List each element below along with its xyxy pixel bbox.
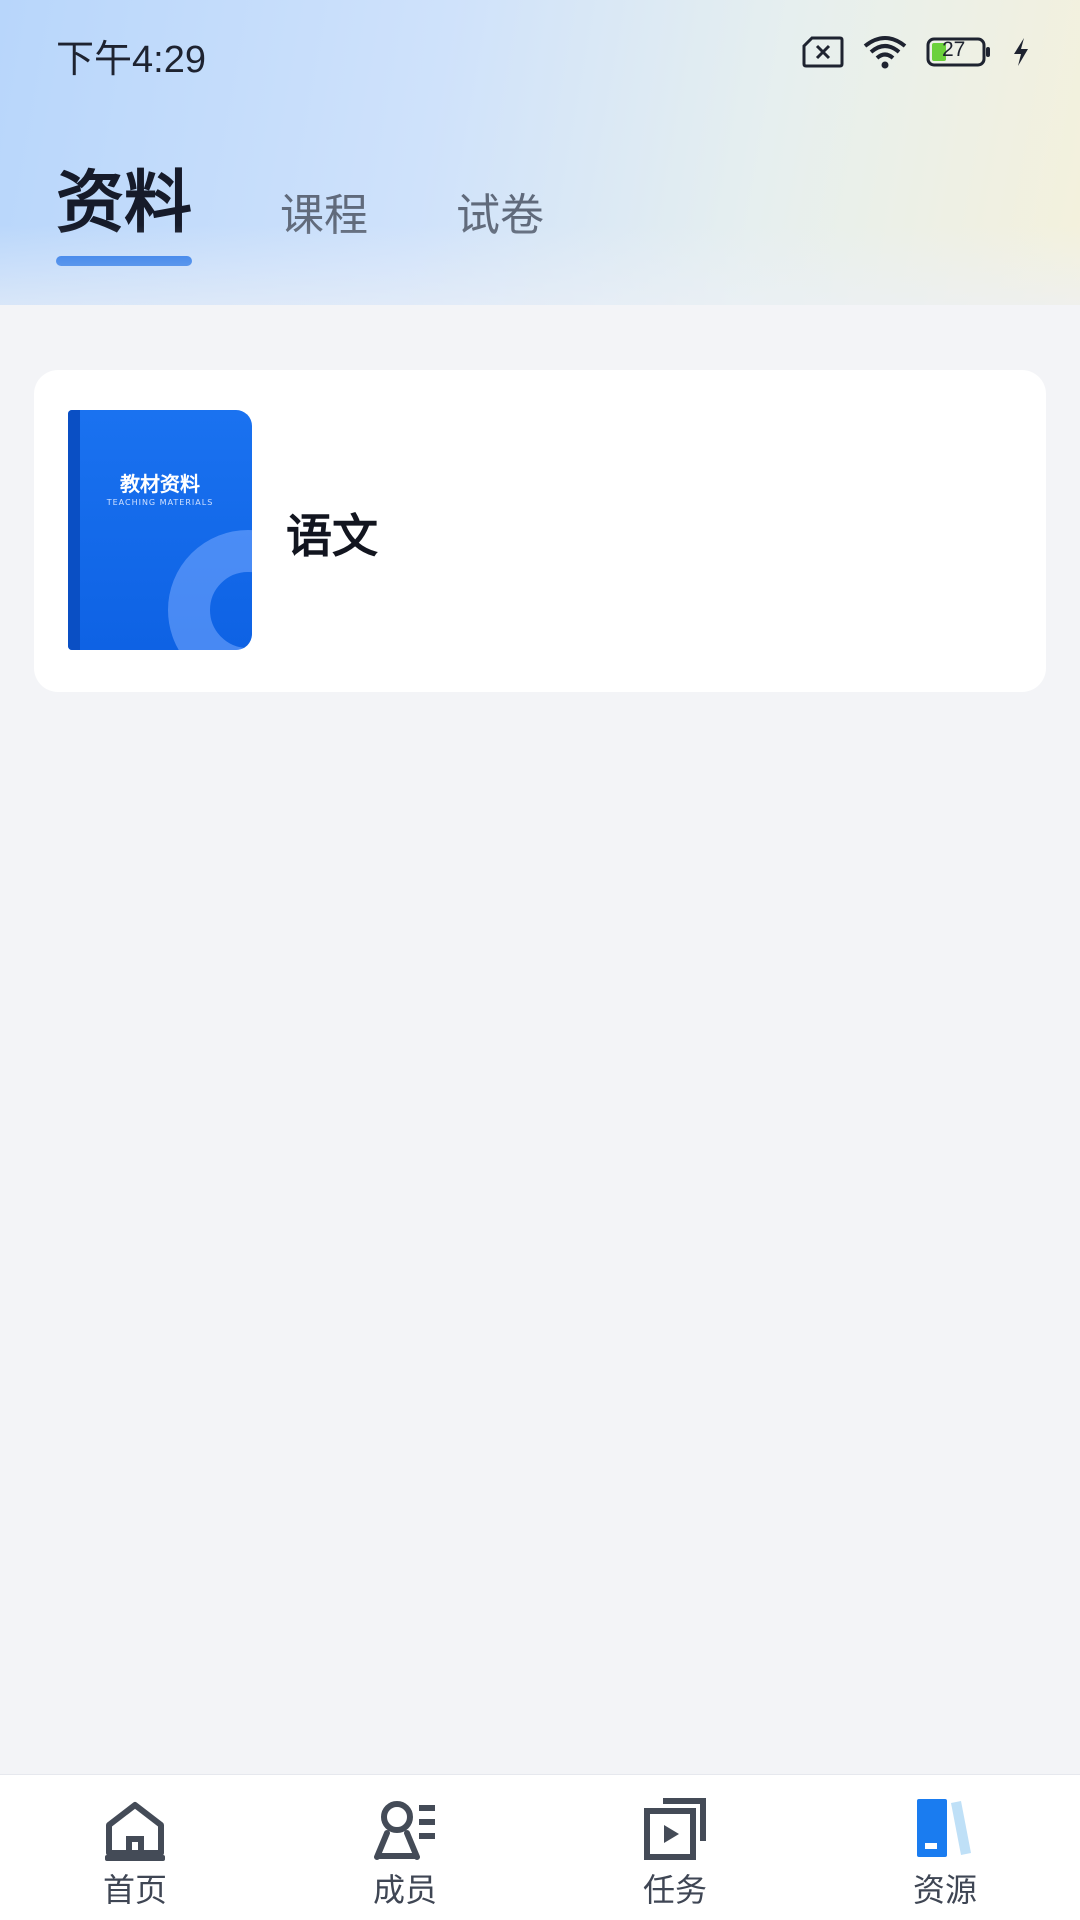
charging-icon bbox=[1010, 36, 1032, 68]
tab-materials[interactable]: 资料 bbox=[56, 170, 193, 266]
tab-materials-label: 资料 bbox=[56, 164, 193, 243]
no-sim-icon bbox=[802, 35, 844, 69]
nav-tasks-label: 任务 bbox=[642, 1871, 707, 1909]
nav-resources[interactable]: 资源 bbox=[810, 1775, 1080, 1920]
book-spine bbox=[68, 410, 80, 650]
nav-resources-label: 资源 bbox=[912, 1871, 977, 1909]
tab-courses[interactable]: 课程 bbox=[280, 194, 368, 238]
book-cover: 教材资料 TEACHING MATERIALS bbox=[68, 410, 252, 650]
nav-home[interactable]: 首页 bbox=[0, 1775, 270, 1920]
book-cover-title: 教材资料 bbox=[120, 472, 200, 496]
material-card[interactable]: 教材资料 TEACHING MATERIALS 语文 bbox=[34, 370, 1046, 692]
nav-home-label: 首页 bbox=[102, 1871, 167, 1909]
nav-members[interactable]: 成员 bbox=[270, 1775, 540, 1920]
active-tab-indicator bbox=[56, 256, 193, 266]
tab-bar: 资料 课程 试卷 bbox=[56, 170, 632, 266]
wifi-icon bbox=[862, 34, 908, 70]
nav-members-label: 成员 bbox=[372, 1871, 437, 1909]
tab-exams[interactable]: 试卷 bbox=[456, 194, 544, 238]
book-cover-decoration bbox=[168, 530, 252, 650]
tab-exams-label: 试卷 bbox=[456, 190, 545, 241]
resources-icon bbox=[913, 1797, 977, 1865]
home-icon bbox=[103, 1797, 167, 1865]
book-cover-subtitle: TEACHING MATERIALS bbox=[106, 498, 214, 507]
header: 下午4:29 27 资料 课程 试卷 bbox=[0, 0, 1080, 305]
battery-level: 27 bbox=[942, 38, 966, 61]
status-time: 下午4:29 bbox=[56, 39, 206, 81]
tasks-icon bbox=[643, 1797, 707, 1865]
material-title: 语文 bbox=[286, 509, 378, 563]
bottom-nav: 首页 成员 任务 资源 bbox=[0, 1774, 1080, 1920]
battery-icon: 27 bbox=[926, 36, 992, 68]
members-icon bbox=[373, 1797, 437, 1865]
status-icons: 27 bbox=[802, 32, 1032, 72]
tab-courses-label: 课程 bbox=[280, 190, 369, 241]
nav-tasks[interactable]: 任务 bbox=[540, 1775, 810, 1920]
